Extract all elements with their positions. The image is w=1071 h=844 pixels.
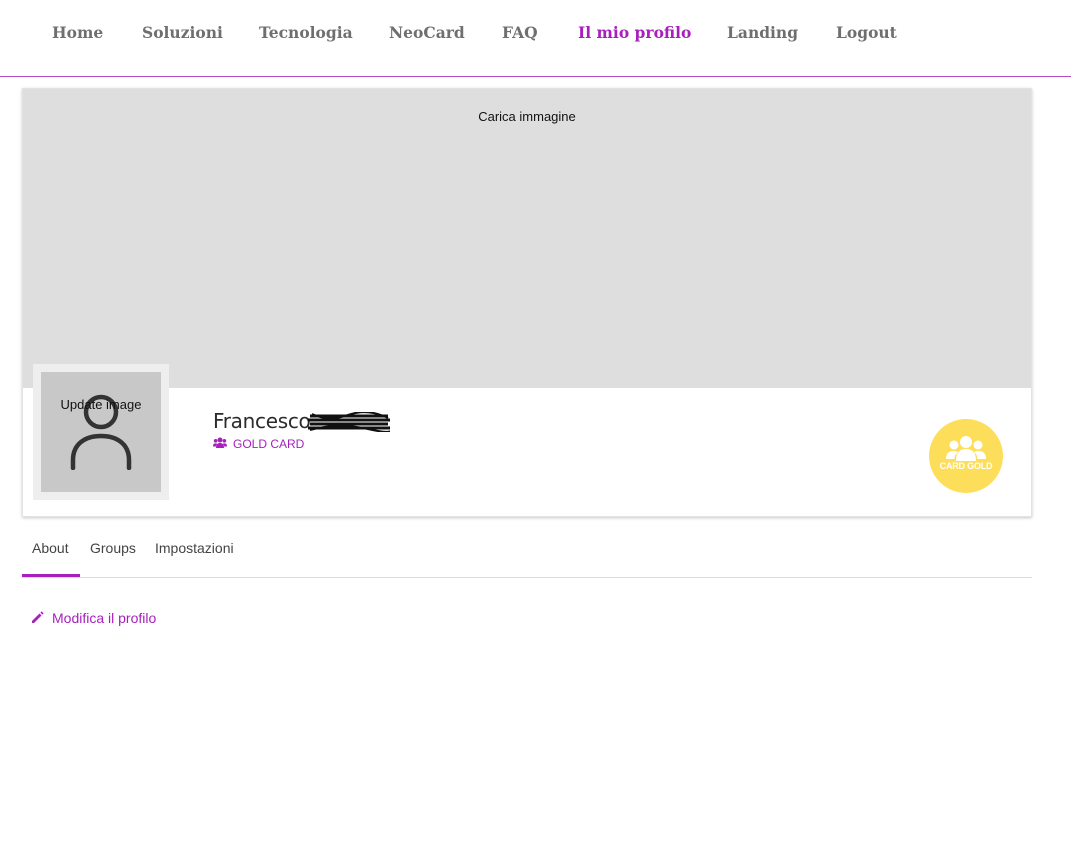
card-gold-badge-label: CARD GOLD: [939, 461, 993, 471]
top-navigation: Home Soluzioni Tecnologia NeoCard FAQ Il…: [0, 0, 1071, 77]
avatar-frame: Update image: [33, 364, 169, 500]
group-icon: [946, 436, 986, 461]
tab-about[interactable]: About: [32, 540, 69, 556]
user-name: Francesco: [213, 409, 311, 433]
membership-plan: GOLD CARD: [213, 437, 304, 451]
profile-card: Carica immagine Update image Francesco G…: [22, 88, 1032, 517]
card-gold-badge: CARD GOLD: [929, 419, 1003, 493]
nav-item-soluzioni[interactable]: Soluzioni: [142, 23, 223, 43]
nav-item-logout[interactable]: Logout: [836, 23, 897, 43]
nav-item-landing[interactable]: Landing: [727, 23, 798, 43]
cover-upload-label: Carica immagine: [478, 109, 576, 124]
edit-profile-link[interactable]: Modifica il profilo: [31, 610, 156, 626]
tab-groups[interactable]: Groups: [90, 540, 136, 556]
nav-item-faq[interactable]: FAQ: [502, 23, 538, 43]
tab-impostazioni[interactable]: Impostazioni: [155, 540, 234, 556]
avatar-upload-label: Update image: [60, 397, 142, 412]
edit-profile-label: Modifica il profilo: [52, 610, 157, 626]
active-tab-indicator: [22, 574, 80, 577]
redaction-scribble: [308, 412, 390, 432]
nav-item-home[interactable]: Home: [52, 23, 103, 43]
membership-plan-label: GOLD CARD: [233, 437, 305, 451]
nav-item-tecnologia[interactable]: Tecnologia: [259, 23, 353, 43]
cover-image-upload[interactable]: Carica immagine: [23, 89, 1031, 388]
avatar-upload[interactable]: Update image: [41, 372, 161, 492]
nav-item-il-mio-profilo[interactable]: Il mio profilo: [578, 23, 691, 43]
nav-item-neocard[interactable]: NeoCard: [389, 23, 465, 43]
pencil-icon: [32, 611, 44, 623]
profile-tabs: About Groups Impostazioni: [22, 530, 1032, 578]
users-icon: [213, 437, 227, 449]
